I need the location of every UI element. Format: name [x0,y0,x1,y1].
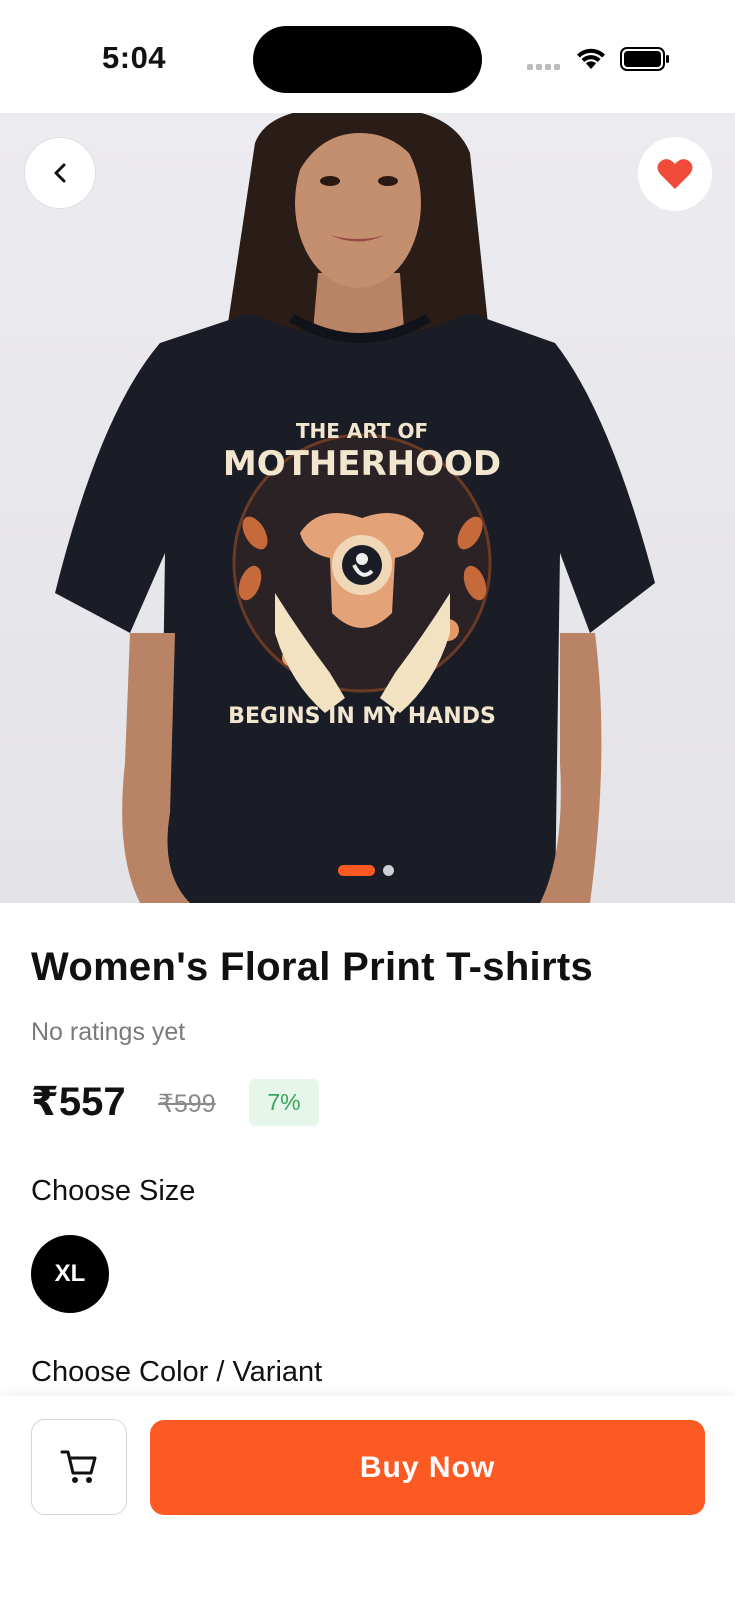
carousel-dot[interactable] [383,865,394,876]
carousel-indicator [338,865,394,876]
ratings-text: No ratings yet [31,1018,186,1046]
product-title: Women's Floral Print T-shirts [31,945,594,989]
variant-section-label: Choose Color / Variant [31,1356,323,1388]
bottom-action-bar: Buy Now [0,1396,735,1600]
battery-icon [620,47,669,71]
cellular-signal-icon [527,64,560,70]
dynamic-island [253,26,482,93]
wishlist-button[interactable] [638,137,712,211]
discount-badge: 7% [249,1079,319,1126]
shirt-print-line2: MOTHERHOOD [223,444,501,484]
product-photo: THE ART OF MOTHERHOOD BEGINS IN MY HANDS [55,113,655,903]
back-button[interactable] [24,137,96,209]
size-section-label: Choose Size [31,1175,196,1207]
shirt-print-line1: THE ART OF [296,419,428,443]
chevron-left-icon [54,163,66,183]
carousel-dot-active[interactable] [338,865,375,876]
heart-icon [657,159,693,189]
buy-now-button[interactable]: Buy Now [150,1420,705,1515]
add-to-cart-button[interactable] [31,1419,127,1515]
status-bar: 5:04 [0,0,735,113]
product-image-carousel[interactable]: THE ART OF MOTHERHOOD BEGINS IN MY HANDS [0,113,735,903]
original-price: ₹599 [158,1090,216,1118]
product-price: ₹557 [31,1080,126,1124]
cart-icon [60,1450,97,1483]
size-option-xl[interactable]: XL [31,1235,109,1313]
shirt-print-line3: BEGINS IN MY HANDS [228,704,496,729]
status-time: 5:04 [102,40,167,75]
wifi-icon [577,48,605,69]
